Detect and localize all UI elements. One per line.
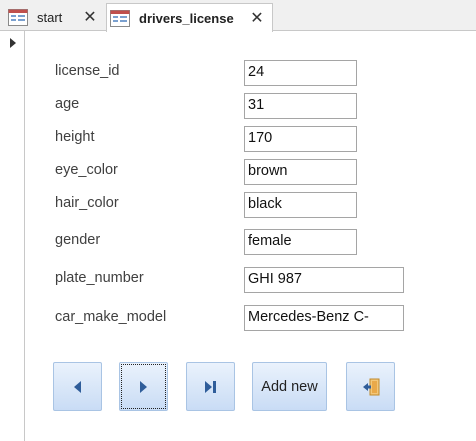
form-icon (110, 9, 130, 27)
plate-number-field[interactable]: GHI 987 (244, 267, 404, 293)
tab-start[interactable]: start ✕ (5, 3, 105, 31)
label-car-make-model: car_make_model (55, 309, 167, 325)
label-license-id: license_id (55, 63, 120, 79)
height-field[interactable]: 170 (244, 126, 357, 152)
add-new-button[interactable]: Add new (252, 362, 327, 411)
tab-label: drivers_license (139, 10, 234, 26)
current-record-icon (10, 38, 16, 48)
tab-label: start (37, 9, 63, 25)
close-icon[interactable]: ✕ (248, 9, 266, 27)
next-record-icon (140, 380, 147, 393)
next-record-button[interactable] (119, 362, 168, 411)
last-record-button[interactable] (186, 362, 235, 411)
label-age: age (55, 96, 80, 112)
tab-drivers-license[interactable]: drivers_license ✕ (106, 3, 273, 32)
last-record-icon (205, 380, 216, 393)
label-eye-color: eye_color (55, 162, 118, 178)
license-id-field[interactable]: 24 (244, 60, 357, 86)
gender-field[interactable]: female (244, 229, 357, 255)
label-hair-color: hair_color (55, 195, 119, 211)
form-icon (8, 8, 28, 26)
previous-record-button[interactable] (53, 362, 102, 411)
label-height: height (55, 129, 95, 145)
previous-record-icon (74, 380, 81, 393)
car-make-model-field[interactable]: Mercedes-Benz C- (244, 305, 404, 331)
label-plate-number: plate_number (55, 270, 144, 286)
hair-color-field[interactable]: black (244, 192, 357, 218)
close-form-button[interactable] (346, 362, 395, 411)
record-selector[interactable] (0, 31, 25, 441)
close-icon[interactable]: ✕ (81, 8, 99, 26)
close-form-icon (362, 378, 379, 395)
age-field[interactable]: 31 (244, 93, 357, 119)
document-tab-strip: start ✕ drivers_license ✕ (0, 0, 476, 32)
eye-color-field[interactable]: brown (244, 159, 357, 185)
label-gender: gender (55, 232, 101, 248)
